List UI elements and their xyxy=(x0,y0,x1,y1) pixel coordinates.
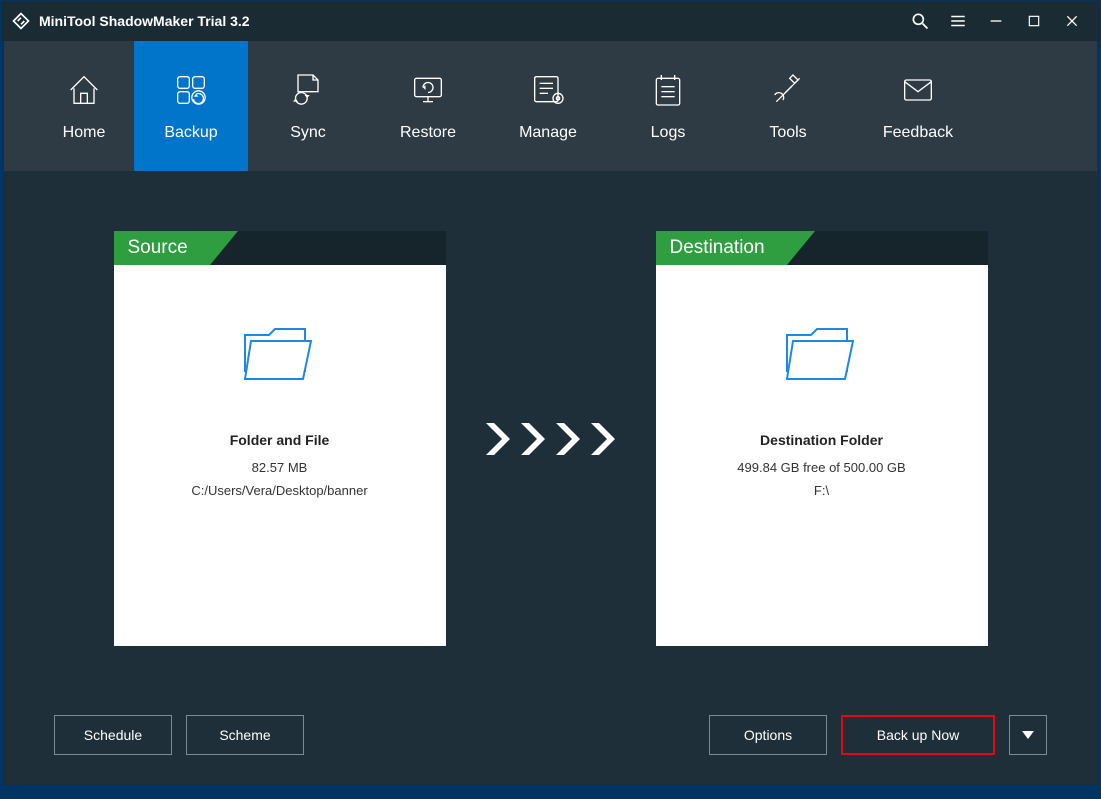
app-title: MiniTool ShadowMaker Trial 3.2 xyxy=(39,13,250,29)
tab-home[interactable]: Home xyxy=(34,41,134,171)
tab-tools[interactable]: Tools xyxy=(728,41,848,171)
tab-logs[interactable]: Logs xyxy=(608,41,728,171)
search-icon[interactable] xyxy=(902,5,938,37)
maximize-button[interactable] xyxy=(1016,5,1052,37)
options-button[interactable]: Options xyxy=(709,715,827,755)
menu-icon[interactable] xyxy=(940,5,976,37)
source-tab-label: Source xyxy=(114,231,210,265)
tab-restore[interactable]: Restore xyxy=(368,41,488,171)
folder-icon xyxy=(783,321,861,392)
source-size: 82.57 MB xyxy=(252,460,308,475)
destination-path: F:\ xyxy=(814,483,829,498)
folder-icon xyxy=(241,321,319,392)
tab-backup-label: Backup xyxy=(164,124,217,142)
tab-logs-label: Logs xyxy=(651,124,686,142)
tab-feedback-label: Feedback xyxy=(883,124,953,142)
main-nav: Home Backup Sync Restore Manage Logs Too… xyxy=(4,41,1097,171)
titlebar: MiniTool ShadowMaker Trial 3.2 xyxy=(1,1,1100,41)
tab-feedback[interactable]: Feedback xyxy=(848,41,988,171)
tab-restore-label: Restore xyxy=(400,124,456,142)
destination-title: Destination Folder xyxy=(760,432,883,448)
tab-backup[interactable]: Backup xyxy=(134,41,248,171)
tab-tools-label: Tools xyxy=(769,124,806,142)
tab-sync[interactable]: Sync xyxy=(248,41,368,171)
tab-sync-label: Sync xyxy=(290,124,326,142)
app-logo-icon xyxy=(11,11,31,31)
backup-now-button[interactable]: Back up Now xyxy=(841,715,995,755)
tab-manage[interactable]: Manage xyxy=(488,41,608,171)
source-panel[interactable]: Source Folder and File 82.57 MB C:/Users… xyxy=(114,231,446,646)
bottom-buttons: Schedule Scheme Options Back up Now xyxy=(54,715,1047,765)
scheme-button[interactable]: Scheme xyxy=(186,715,304,755)
source-title: Folder and File xyxy=(230,432,330,448)
close-button[interactable] xyxy=(1054,5,1090,37)
destination-panel[interactable]: Destination Destination Folder 499.84 GB… xyxy=(656,231,988,646)
main-content: Source Folder and File 82.57 MB C:/Users… xyxy=(4,171,1097,785)
destination-tab-label: Destination xyxy=(656,231,787,265)
source-path: C:/Users/Vera/Desktop/banner xyxy=(191,483,367,498)
tab-manage-label: Manage xyxy=(519,124,577,142)
destination-free: 499.84 GB free of 500.00 GB xyxy=(737,460,905,475)
tab-home-label: Home xyxy=(63,124,106,142)
backup-now-dropdown[interactable] xyxy=(1009,715,1047,755)
arrows-icon xyxy=(486,231,616,646)
schedule-button[interactable]: Schedule xyxy=(54,715,172,755)
minimize-button[interactable] xyxy=(978,5,1014,37)
